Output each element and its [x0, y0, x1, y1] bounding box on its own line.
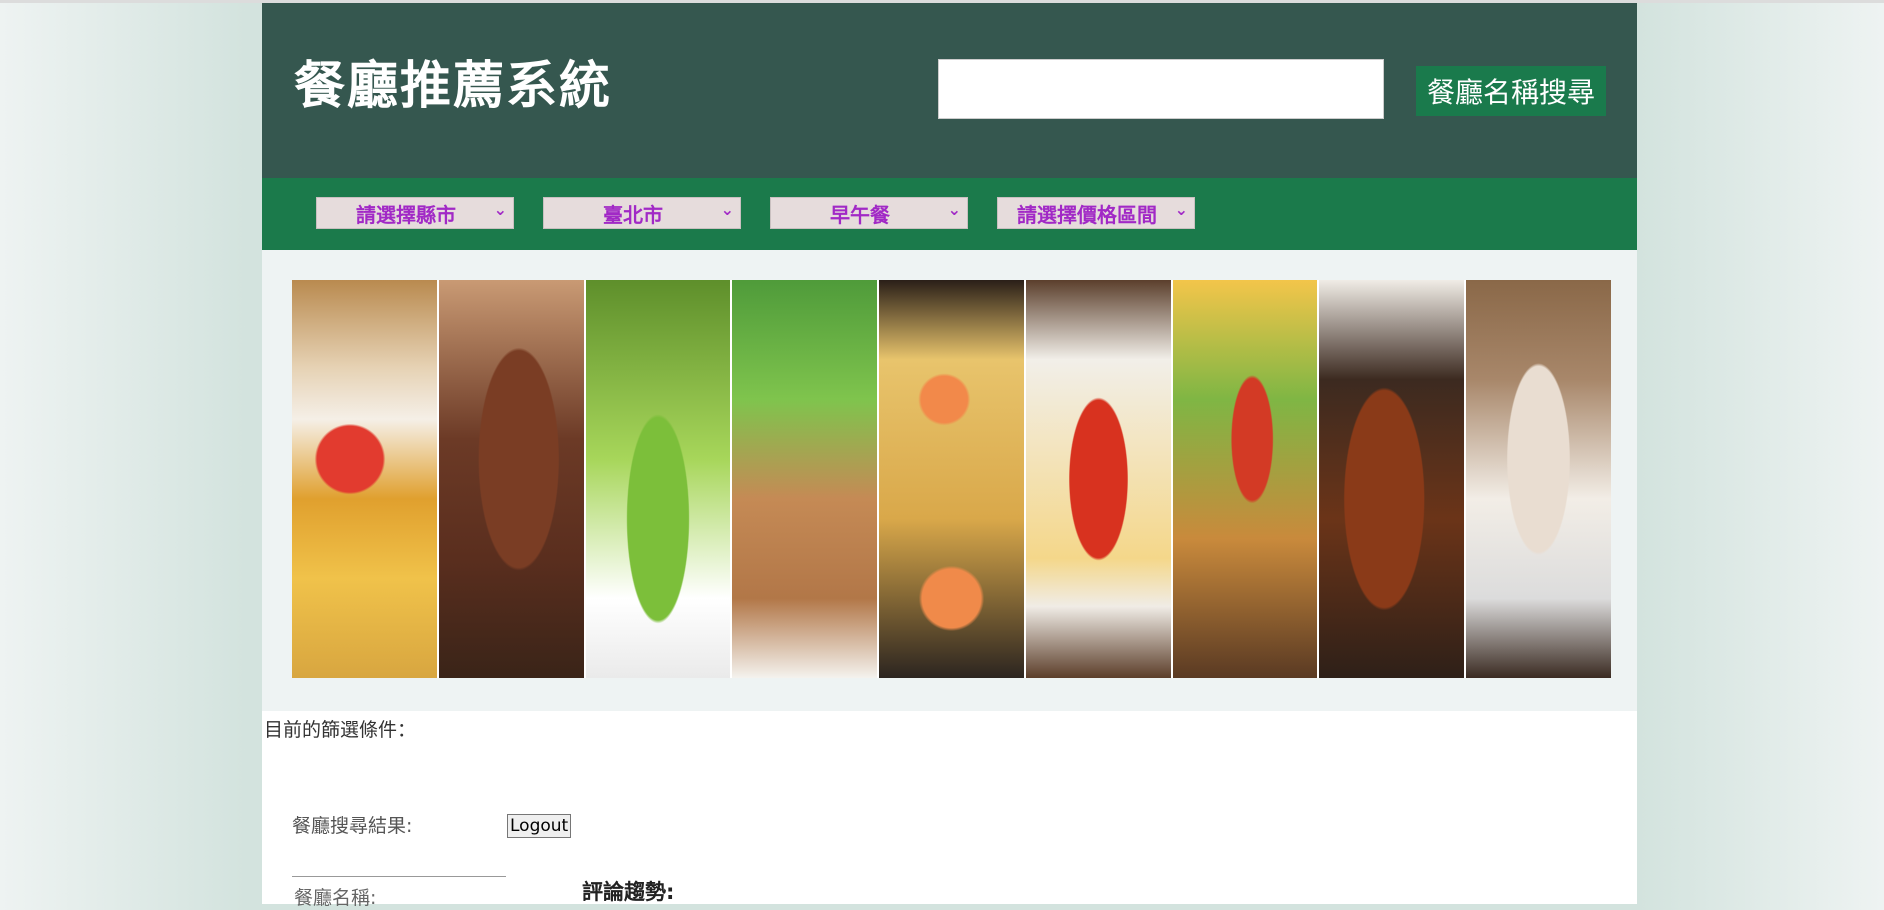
- price-range-select-label: 請選擇價格區間: [1017, 202, 1157, 227]
- banner-section: [262, 250, 1637, 711]
- chevron-down-icon: ⌄: [493, 200, 507, 219]
- current-filter-label: 目前的篩選條件：: [264, 719, 417, 741]
- meal-type-select-label: 早午餐: [830, 202, 890, 227]
- price-range-select[interactable]: 請選擇價格區間 ⌄: [997, 197, 1195, 229]
- fries-image: [292, 280, 439, 678]
- chevron-down-icon: ⌄: [720, 200, 734, 219]
- divider: [292, 876, 506, 877]
- tacos-image: [1172, 280, 1320, 678]
- search-input[interactable]: [938, 59, 1384, 119]
- shrimp-noodles-image: [879, 280, 1026, 678]
- page-title: 餐廳推薦系統: [294, 57, 613, 116]
- cappuccino-image: [1466, 280, 1612, 678]
- review-trend-label: 評論趨勢:: [582, 880, 675, 904]
- county-select-label: 請選擇縣市: [356, 202, 456, 227]
- filter-bar: 請選擇縣市 ⌄ 臺北市 ⌄ 早午餐 ⌄ 請選擇價格區間 ⌄: [262, 178, 1637, 250]
- county-select[interactable]: 請選擇縣市 ⌄: [316, 197, 514, 229]
- steak-image: [438, 280, 586, 678]
- results-label: 餐廳搜尋結果:: [292, 815, 413, 837]
- chevron-down-icon: ⌄: [1174, 200, 1188, 219]
- fish-image: [732, 280, 880, 678]
- food-banner-image: [292, 280, 1612, 678]
- meal-type-select[interactable]: 早午餐 ⌄: [770, 197, 968, 229]
- restaurant-name-label: 餐廳名稱:: [294, 887, 377, 909]
- logout-button[interactable]: Logout: [507, 814, 572, 838]
- chevron-down-icon: ⌄: [947, 200, 961, 219]
- restaurant-name-search-button[interactable]: 餐廳名稱搜尋: [1416, 66, 1606, 116]
- salad-image: [585, 280, 733, 678]
- header: 餐廳推薦系統 餐廳名稱搜尋: [262, 3, 1637, 178]
- grilled-chicken-image: [1319, 280, 1467, 678]
- city-select[interactable]: 臺北市 ⌄: [543, 197, 741, 229]
- spaghetti-image: [1025, 280, 1173, 678]
- page-container: 餐廳推薦系統 餐廳名稱搜尋 請選擇縣市 ⌄ 臺北市 ⌄ 早午餐 ⌄ 請選擇價格區…: [262, 3, 1637, 909]
- city-select-label: 臺北市: [603, 202, 663, 227]
